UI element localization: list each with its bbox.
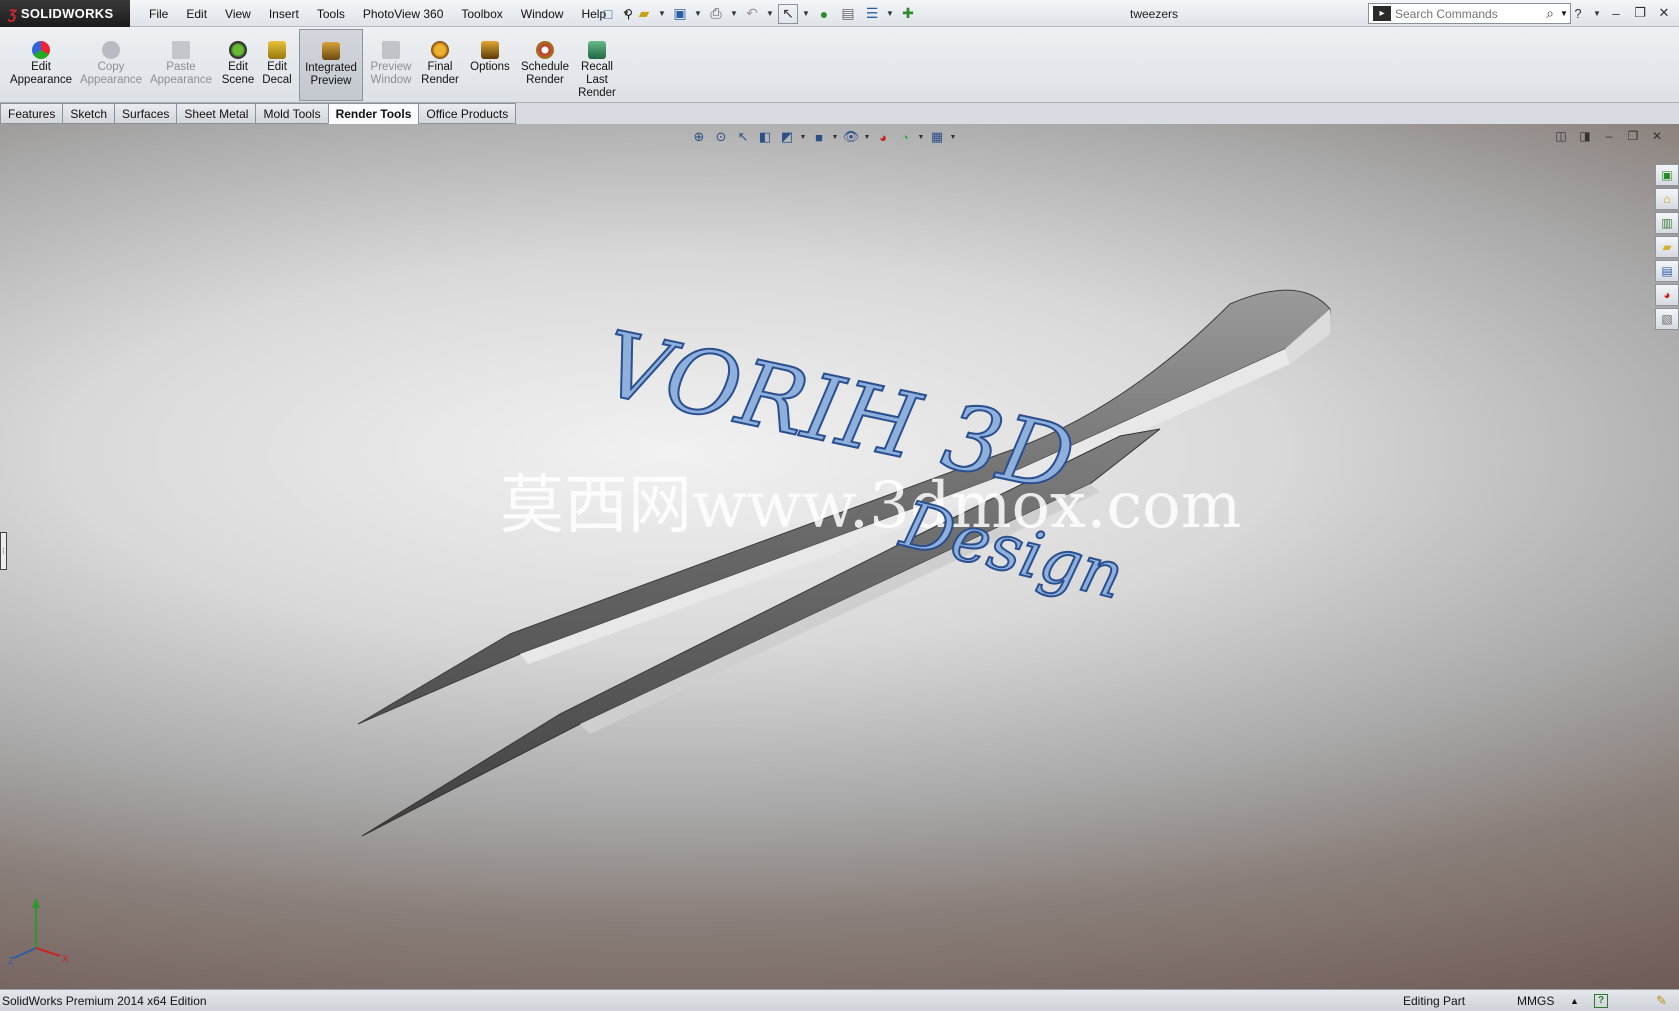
- status-edition: SolidWorks Premium 2014 x64 Edition: [2, 993, 207, 1008]
- options-button[interactable]: Options: [466, 29, 514, 101]
- final-render-button[interactable]: Final Render: [420, 29, 460, 101]
- search-commands-box[interactable]: ▸ ⌕ ▼: [1368, 3, 1571, 24]
- edit-scene-button[interactable]: Edit Scene: [220, 29, 256, 101]
- reference-triad-icon: X Z: [8, 898, 68, 966]
- schedule-render-icon: [536, 41, 554, 59]
- decal-icon: [268, 41, 286, 59]
- save-dropdown-icon[interactable]: ▼: [694, 9, 702, 18]
- undo-icon[interactable]: ↶: [742, 4, 762, 24]
- edit-decal-button[interactable]: Edit Decal: [260, 29, 294, 101]
- rebuild-traffic-light-icon[interactable]: ●: [814, 4, 834, 24]
- print-dropdown-icon[interactable]: ▼: [730, 9, 738, 18]
- command-prompt-icon: ▸: [1373, 6, 1391, 21]
- menu-toolbox[interactable]: Toolbox: [452, 7, 511, 21]
- watermark-url: 莫西网www.3dmox.com: [500, 469, 1242, 543]
- file-properties-icon[interactable]: ▤: [838, 4, 858, 24]
- tab-office-products[interactable]: Office Products: [418, 103, 517, 124]
- status-mode: Editing Part: [1403, 993, 1466, 1008]
- status-bar: SolidWorks Premium 2014 x64 Edition Edit…: [0, 989, 1679, 1011]
- schedule-render-button[interactable]: Schedule Render: [518, 29, 572, 101]
- menu-insert[interactable]: Insert: [260, 7, 308, 21]
- copy-appearance-button[interactable]: Copy Appearance: [78, 29, 144, 101]
- tab-sheet-metal[interactable]: Sheet Metal: [176, 103, 256, 124]
- minimize-icon[interactable]: –: [1607, 4, 1625, 22]
- undo-dropdown-icon[interactable]: ▼: [766, 9, 774, 18]
- menu-window[interactable]: Window: [512, 7, 573, 21]
- menu-bar: File Edit View Insert Tools PhotoView 36…: [140, 0, 642, 27]
- tab-features[interactable]: Features: [0, 103, 63, 124]
- solidworks-logo[interactable]: Ʒ SOLIDWORKS: [0, 0, 130, 27]
- copy-appearance-icon: [102, 41, 120, 59]
- restore-icon[interactable]: ❐: [1631, 4, 1649, 22]
- appearance-sphere-icon: [32, 41, 50, 59]
- options-list-icon[interactable]: ☰: [862, 4, 882, 24]
- graphics-area[interactable]: ⊕ ⊙ ↖ ◧ ◩ ▼ ■ ▼ 👁 ▼ ◕ ◔ ▼ ▦ ▼ ◫ ◨ – ❐ ✕ ▣ ⌂ ▥…: [0, 124, 1679, 989]
- brand-text: SOLIDWORKS: [20, 6, 114, 21]
- paste-appearance-button[interactable]: Paste Appearance: [148, 29, 214, 101]
- window-controls: ? ▼ – ❐ ✕: [1569, 4, 1673, 22]
- tweezers-model: [357, 289, 1331, 837]
- quick-access-toolbar: □ ▼ ▰ ▼ ▣ ▼ ⎙ ▼ ↶ ▼ ↖ ▼ ● ▤ ☰ ▼ ✚: [598, 3, 918, 24]
- select-arrow-icon[interactable]: ↖: [778, 3, 798, 24]
- search-icon[interactable]: ⌕: [1540, 5, 1560, 22]
- tab-sketch[interactable]: Sketch: [62, 103, 115, 124]
- options-dropdown-icon[interactable]: ▼: [886, 9, 894, 18]
- tab-mold-tools[interactable]: Mold Tools: [255, 103, 328, 124]
- select-dropdown-icon[interactable]: ▼: [802, 9, 810, 18]
- ds-logo-icon: Ʒ: [8, 5, 17, 22]
- save-icon[interactable]: ▣: [670, 4, 690, 24]
- help-dropdown-icon[interactable]: ▼: [1593, 4, 1601, 22]
- search-input[interactable]: [1395, 6, 1540, 21]
- close-icon[interactable]: ✕: [1655, 4, 1673, 22]
- menu-view[interactable]: View: [216, 7, 260, 21]
- add-in-icon[interactable]: ✚: [898, 4, 918, 24]
- integrated-preview-icon: [322, 42, 340, 60]
- rebuild-status-icon[interactable]: ✎: [1656, 993, 1667, 1009]
- edit-appearance-button[interactable]: Edit Appearance: [8, 29, 74, 101]
- open-folder-icon[interactable]: ▰: [634, 4, 654, 24]
- final-render-icon: [431, 41, 449, 59]
- command-manager: Edit Appearance Copy Appearance Paste Ap…: [0, 27, 1679, 103]
- print-icon[interactable]: ⎙: [706, 4, 726, 24]
- units-popup-icon[interactable]: ▲: [1570, 996, 1579, 1006]
- new-document-icon[interactable]: □: [598, 4, 618, 24]
- recall-last-render-button[interactable]: Recall Last Render: [574, 29, 620, 101]
- status-units[interactable]: MMGS: [1517, 994, 1554, 1008]
- svg-text:X: X: [62, 954, 68, 965]
- scene-icon: [229, 41, 247, 59]
- preview-window-button[interactable]: Preview Window: [366, 29, 416, 101]
- new-dropdown-icon[interactable]: ▼: [622, 9, 630, 18]
- open-dropdown-icon[interactable]: ▼: [658, 9, 666, 18]
- recall-render-icon: [588, 41, 606, 59]
- paste-appearance-icon: [172, 41, 190, 59]
- menu-tools[interactable]: Tools: [308, 7, 354, 21]
- title-bar: Ʒ SOLIDWORKS File Edit View Insert Tools…: [0, 0, 1679, 27]
- document-title: tweezers: [1130, 7, 1179, 21]
- integrated-preview-button[interactable]: Integrated Preview: [299, 29, 363, 101]
- menu-photoview[interactable]: PhotoView 360: [354, 7, 453, 21]
- tab-surfaces[interactable]: Surfaces: [114, 103, 177, 124]
- help-icon[interactable]: ?: [1569, 4, 1587, 22]
- tab-render-tools[interactable]: Render Tools: [327, 103, 419, 124]
- command-manager-tabs: Features Sketch Surfaces Sheet Metal Mol…: [0, 103, 517, 124]
- svg-text:Z: Z: [8, 956, 14, 966]
- status-help-icon[interactable]: ?: [1594, 993, 1608, 1008]
- menu-edit[interactable]: Edit: [177, 7, 216, 21]
- preview-window-icon: [382, 41, 400, 59]
- render-options-icon: [481, 41, 499, 59]
- menu-file[interactable]: File: [140, 7, 177, 21]
